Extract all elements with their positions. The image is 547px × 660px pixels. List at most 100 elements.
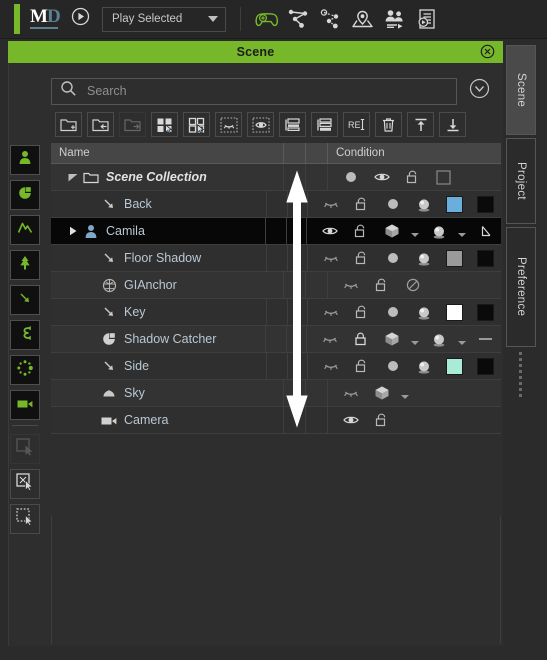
sphere-dot-icon[interactable]: [335, 164, 366, 191]
table-row[interactable]: Scene Collection: [51, 164, 501, 191]
select-all-button[interactable]: [151, 112, 178, 137]
table-row[interactable]: Camera: [51, 407, 501, 434]
dropdown-caret[interactable]: [397, 380, 413, 407]
lock-open-icon[interactable]: [346, 191, 377, 218]
eye-closed-icon[interactable]: [314, 326, 345, 353]
lock-open-icon[interactable]: [366, 272, 397, 299]
hide-selection-button[interactable]: [215, 112, 242, 137]
resize-grip-dots[interactable]: [519, 352, 522, 400]
expander-open-icon[interactable]: [65, 172, 81, 182]
actor-tool[interactable]: [10, 145, 40, 175]
script-play-icon[interactable]: [411, 4, 443, 34]
stage-pin-icon[interactable]: [347, 4, 379, 34]
table-row[interactable]: Sky: [51, 380, 501, 407]
crowd-people-icon[interactable]: [379, 4, 411, 34]
tab-scene[interactable]: Scene: [506, 45, 536, 135]
motion-path-record-icon[interactable]: [315, 4, 347, 34]
search-field-wrapper[interactable]: [51, 77, 457, 105]
stack-layers-button[interactable]: [311, 112, 338, 137]
table-row[interactable]: GIAnchor: [51, 272, 501, 299]
particle-tool[interactable]: [10, 355, 40, 385]
eye-open-icon[interactable]: [314, 218, 345, 245]
vegetation-tool[interactable]: [10, 250, 40, 280]
material-ball-icon[interactable]: [408, 245, 439, 272]
color-swatch[interactable]: [470, 353, 501, 380]
lock-open-icon[interactable]: [397, 164, 428, 191]
table-row[interactable]: Camila: [51, 218, 501, 245]
deselect-tool[interactable]: [10, 469, 40, 499]
tab-project[interactable]: Project: [506, 138, 536, 224]
cube-icon[interactable]: [376, 218, 407, 245]
eye-open-icon[interactable]: [366, 164, 397, 191]
tab-preference[interactable]: Preference: [506, 227, 536, 347]
color-swatch[interactable]: [470, 245, 501, 272]
table-row[interactable]: Side: [51, 353, 501, 380]
new-folder-button[interactable]: [55, 112, 82, 137]
empty-checkbox[interactable]: [428, 164, 459, 191]
table-row[interactable]: Back: [51, 191, 501, 218]
eye-closed-icon[interactable]: [315, 353, 346, 380]
show-selection-button[interactable]: [247, 112, 274, 137]
table-row[interactable]: Shadow Catcher: [51, 326, 501, 353]
sphere-dot-icon[interactable]: [377, 353, 408, 380]
lock-closed-icon[interactable]: [345, 326, 376, 353]
sphere-dot-icon[interactable]: [377, 245, 408, 272]
group-layers-button[interactable]: [279, 112, 306, 137]
eye-open-icon[interactable]: [335, 407, 366, 434]
material-ball-icon[interactable]: [423, 218, 454, 245]
play-mode-select[interactable]: Play Selected: [102, 6, 226, 32]
rename-button[interactable]: RE: [343, 112, 370, 137]
table-row[interactable]: Floor Shadow: [51, 245, 501, 272]
color-swatch[interactable]: [470, 299, 501, 326]
expander-closed-icon[interactable]: [65, 226, 81, 236]
search-input[interactable]: [77, 84, 456, 98]
eye-closed-icon[interactable]: [315, 245, 346, 272]
no-entry-icon[interactable]: [397, 272, 428, 299]
camera-tool[interactable]: [10, 390, 40, 420]
lasso-select-tool[interactable]: [10, 504, 40, 534]
eye-closed-icon[interactable]: [315, 299, 346, 326]
lock-open-icon[interactable]: [366, 407, 397, 434]
sphere-dot-icon[interactable]: [377, 299, 408, 326]
material-ball-icon[interactable]: [408, 191, 439, 218]
material-ball-icon[interactable]: [408, 353, 439, 380]
dropdown-caret[interactable]: [407, 326, 423, 353]
dropdown-caret[interactable]: [407, 218, 423, 245]
select-none-button[interactable]: [183, 112, 210, 137]
lock-open-icon[interactable]: [346, 299, 377, 326]
close-circle-icon[interactable]: [480, 44, 495, 64]
gamepad-add-icon[interactable]: [251, 4, 283, 34]
eye-closed-icon[interactable]: [335, 272, 366, 299]
lock-open-icon[interactable]: [345, 218, 376, 245]
chevron-down-circle-icon[interactable]: [469, 78, 490, 104]
play-button[interactable]: [71, 7, 90, 31]
move-out-folder-button[interactable]: [119, 112, 146, 137]
motion-path-icon[interactable]: [283, 4, 315, 34]
material-ball-icon[interactable]: [408, 299, 439, 326]
eye-closed-icon[interactable]: [315, 191, 346, 218]
table-row[interactable]: Key: [51, 299, 501, 326]
move-up-button[interactable]: [407, 112, 434, 137]
cube-icon[interactable]: [366, 380, 397, 407]
corner-flag-icon[interactable]: [470, 218, 501, 245]
prop-tool[interactable]: [10, 180, 40, 210]
move-down-button[interactable]: [439, 112, 466, 137]
terrain-tool[interactable]: [10, 215, 40, 245]
move-into-folder-button[interactable]: [87, 112, 114, 137]
color-swatch[interactable]: [439, 353, 470, 380]
lock-open-icon[interactable]: [346, 353, 377, 380]
cube-icon[interactable]: [376, 326, 407, 353]
sphere-dot-icon[interactable]: [377, 191, 408, 218]
color-swatch[interactable]: [439, 299, 470, 326]
dropdown-caret[interactable]: [454, 326, 470, 353]
color-swatch[interactable]: [439, 245, 470, 272]
lock-open-icon[interactable]: [346, 245, 377, 272]
eye-closed-icon[interactable]: [335, 380, 366, 407]
color-swatch[interactable]: [439, 191, 470, 218]
delete-button[interactable]: [375, 112, 402, 137]
light-tool[interactable]: [10, 285, 40, 315]
dropdown-caret[interactable]: [454, 218, 470, 245]
path-tool[interactable]: [10, 320, 40, 350]
color-swatch[interactable]: [470, 191, 501, 218]
material-ball-icon[interactable]: [423, 326, 454, 353]
